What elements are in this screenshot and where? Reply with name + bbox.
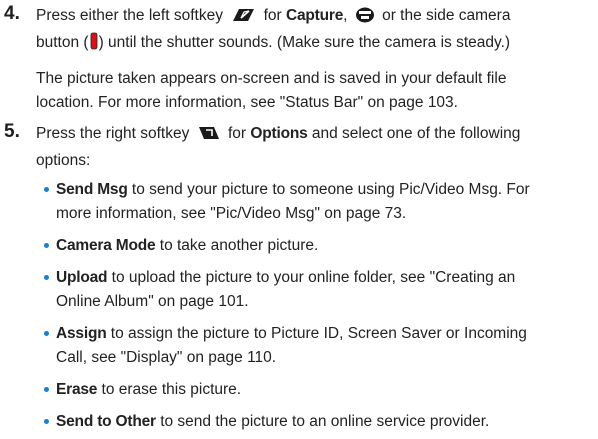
option-line-2: more information, see "Pic/Video Msg" on…	[56, 205, 407, 222]
step-5-line-1: Press the right softkey for Options and …	[36, 122, 592, 149]
text: and select one of the following	[311, 125, 521, 142]
text: button (	[36, 34, 89, 51]
para-line-1: The picture taken appears on-screen and …	[36, 70, 507, 87]
bullet-icon	[44, 387, 49, 392]
bullet-icon	[44, 243, 49, 248]
option-term: Send Msg	[56, 181, 128, 198]
manual-page: 4. Press either the left softkey for Cap…	[0, 0, 598, 439]
option-line-1: Camera Mode to take another picture.	[56, 234, 592, 258]
text: to assign the picture to Picture ID, Scr…	[106, 325, 527, 342]
option-send-to-other: Send to Other to send the picture to an …	[44, 410, 592, 434]
text: to take another picture.	[155, 237, 319, 254]
option-send-msg: Send Msg to send your picture to someone…	[44, 178, 592, 226]
step-4-line-1: Press either the left softkey for Captur…	[36, 4, 592, 31]
bullet-icon	[44, 187, 49, 192]
text: Press either the left softkey	[36, 7, 223, 24]
option-line-2: Online Album" on page 101.	[56, 293, 249, 310]
option-term: Upload	[56, 269, 108, 286]
option-camera-mode: Camera Mode to take another picture.	[44, 234, 592, 258]
text: ) until the shutter sounds. (Make sure t…	[98, 34, 511, 51]
step-4-result-paragraph: The picture taken appears on-screen and …	[36, 67, 592, 115]
option-line-1: Send to Other to send the picture to an …	[56, 410, 592, 434]
bullet-icon	[44, 331, 49, 336]
option-line-2: Call, see "Display" on page 110.	[56, 349, 277, 366]
option-term: Camera Mode	[56, 237, 156, 254]
right-softkey-icon	[197, 125, 221, 149]
bullet-icon	[44, 419, 49, 424]
options-term: Options	[250, 125, 308, 142]
option-term: Assign	[56, 325, 107, 342]
step-4: 4. Press either the left softkey for Cap…	[4, 3, 592, 58]
option-line-1: Assign to assign the picture to Picture …	[56, 322, 592, 346]
step-5-line-2: options:	[36, 152, 91, 169]
option-term: Erase	[56, 381, 98, 398]
option-line-1: Erase to erase this picture.	[56, 378, 592, 402]
option-upload: Upload to upload the picture to your onl…	[44, 266, 592, 314]
step-5: 5. Press the right softkey for Options a…	[4, 121, 592, 173]
para-line-2: location. For more information, see "Sta…	[36, 94, 458, 111]
left-softkey-icon	[230, 7, 256, 31]
text: for	[227, 125, 247, 142]
step-4-line-2: button ( ) until the shutter sounds. (Ma…	[36, 31, 592, 58]
text: to send the picture to an online service…	[155, 413, 490, 430]
text: ,	[343, 7, 348, 24]
option-line-1: Upload to upload the picture to your onl…	[56, 266, 592, 290]
text: for	[263, 7, 282, 24]
text: to upload the picture to your online fol…	[107, 269, 516, 286]
capture-term: Capture	[285, 7, 344, 24]
text: to erase this picture.	[97, 381, 242, 398]
text: Press the right softkey	[36, 125, 190, 142]
text: or the side camera	[382, 7, 511, 24]
step-number: 5.	[4, 121, 20, 142]
option-assign: Assign to assign the picture to Picture …	[44, 322, 592, 370]
option-erase: Erase to erase this picture.	[44, 378, 592, 402]
text: to send your picture to someone using Pi…	[127, 181, 530, 198]
option-line-1: Send Msg to send your picture to someone…	[56, 178, 592, 202]
menu-ok-icon	[355, 7, 375, 31]
option-term: Send to Other	[56, 413, 156, 430]
step-number: 4.	[4, 3, 20, 24]
side-camera-button-icon	[90, 32, 98, 58]
bullet-icon	[44, 275, 49, 280]
